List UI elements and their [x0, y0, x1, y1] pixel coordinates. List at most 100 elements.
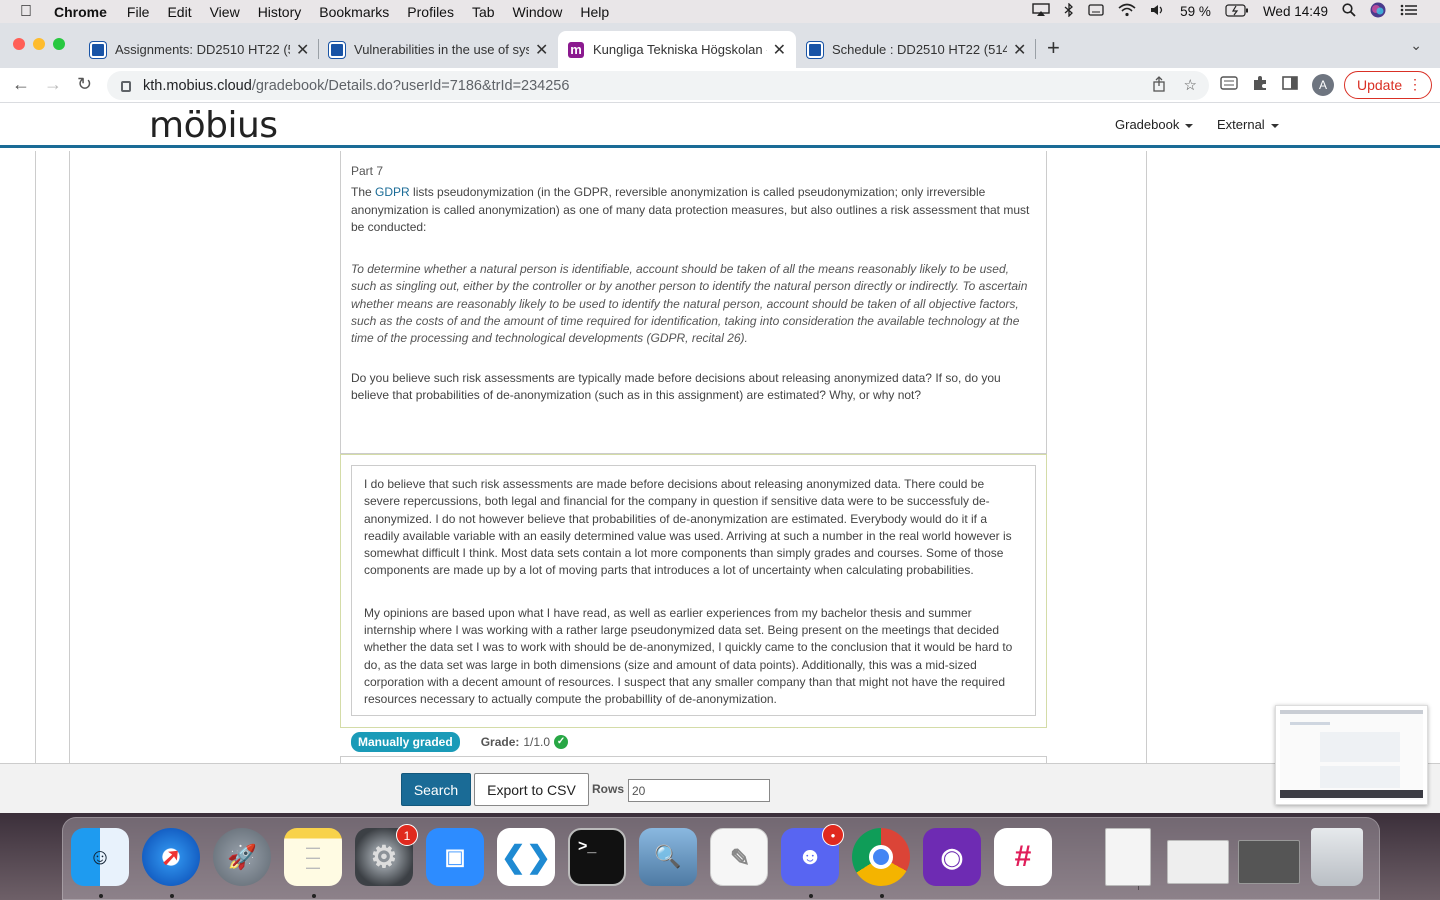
new-tab-icon[interactable]: +: [1047, 35, 1060, 61]
url-domain: kth.mobius.cloud: [143, 77, 252, 94]
reload-icon[interactable]: ↻: [77, 74, 92, 95]
notes-icon[interactable]: — — —: [284, 828, 342, 886]
menu-help[interactable]: Help: [580, 4, 609, 20]
tab-divider: [1035, 39, 1036, 59]
chrome-window-minimized-icon[interactable]: [1167, 840, 1229, 884]
lock-icon[interactable]: [121, 81, 131, 92]
textedit-icon[interactable]: ✎: [710, 828, 768, 886]
nav-external-label: External: [1217, 117, 1265, 132]
volume-icon[interactable]: [1150, 3, 1166, 20]
question-box: Part 7 The GDPR lists pseudonymization (…: [340, 151, 1047, 454]
more-menu-icon[interactable]: ⋮: [1408, 76, 1422, 93]
check-circle-icon: ✓: [554, 735, 569, 749]
rows-input[interactable]: [628, 779, 770, 802]
tab-kth-mobius[interactable]: m Kungliga Tekniska Högskolan - ✕: [558, 31, 796, 68]
tab-assignments[interactable]: Assignments: DD2510 HT22 (5 ✕: [80, 31, 319, 68]
slack-icon[interactable]: #: [994, 828, 1052, 886]
running-indicator: [312, 894, 316, 898]
menu-view[interactable]: View: [210, 4, 240, 20]
bottom-action-bar: Search Export to CSV Rows: [0, 763, 1440, 813]
screenshot-thumbnail[interactable]: [1275, 705, 1428, 805]
notification-badge: 1: [396, 824, 418, 846]
finder-icon[interactable]: ☺: [71, 828, 129, 886]
menu-tab[interactable]: Tab: [472, 4, 495, 20]
vscode-icon[interactable]: ❮❯: [497, 828, 555, 886]
preview-icon[interactable]: 🔍: [639, 828, 697, 886]
wifi-icon[interactable]: [1118, 3, 1136, 20]
rows-label: Rows: [592, 782, 625, 796]
spotlight-search-icon[interactable]: [1342, 3, 1356, 20]
tab-schedule[interactable]: Schedule : DD2510 HT22 (514 ✕: [797, 31, 1036, 68]
zoom-window-button[interactable]: [53, 38, 65, 50]
close-tab-icon[interactable]: ✕: [1013, 40, 1026, 60]
close-tab-icon[interactable]: ✕: [296, 40, 309, 60]
github-desktop-icon[interactable]: ◉: [923, 828, 981, 886]
student-answer-text: I do believe that such risk assessments …: [351, 465, 1036, 716]
airplay-icon[interactable]: [1032, 3, 1050, 20]
share-icon[interactable]: [1152, 76, 1166, 96]
close-tab-icon[interactable]: ✕: [535, 40, 548, 60]
zoom-icon[interactable]: ▣: [426, 828, 484, 886]
trash-icon[interactable]: [1311, 828, 1363, 886]
document-stack-icon[interactable]: [1105, 828, 1151, 886]
back-arrow-icon[interactable]: ←: [12, 74, 30, 95]
profile-avatar[interactable]: A: [1312, 74, 1334, 96]
bluetooth-icon[interactable]: [1064, 2, 1074, 20]
tab-search-chevron-icon[interactable]: ⌄: [1410, 37, 1422, 54]
tab-title: Schedule : DD2510 HT22 (514: [832, 42, 1007, 57]
battery-percent[interactable]: 59 %: [1180, 4, 1211, 19]
answer-paragraph-2: My opinions are based upon what I have r…: [364, 605, 1013, 707]
nav-external[interactable]: External: [1217, 117, 1279, 132]
keyboard-icon[interactable]: [1088, 3, 1104, 20]
bookmark-star-icon[interactable]: ☆: [1184, 76, 1197, 96]
safari-window-minimized-icon[interactable]: [1238, 840, 1300, 884]
menu-profiles[interactable]: Profiles: [407, 4, 454, 20]
menubar-clock[interactable]: Wed 14:49: [1263, 4, 1328, 19]
update-label: Update: [1357, 77, 1403, 93]
running-indicator: [99, 894, 103, 898]
question-intro: The GDPR lists pseudonymization (in the …: [351, 184, 1036, 236]
launchpad-icon[interactable]: 🚀: [213, 828, 271, 886]
close-window-button[interactable]: [13, 38, 25, 50]
battery-icon[interactable]: [1225, 3, 1249, 20]
siri-icon[interactable]: [1370, 2, 1386, 21]
thumbnail-preview: [1280, 710, 1423, 800]
safari-icon[interactable]: ➚: [142, 828, 200, 886]
side-panel-icon[interactable]: [1282, 76, 1298, 94]
web-page: möbius Gradebook External Part 7 The GDP…: [0, 103, 1440, 813]
menu-bookmarks[interactable]: Bookmarks: [319, 4, 389, 20]
nav-gradebook[interactable]: Gradebook: [1115, 117, 1194, 132]
close-tab-icon[interactable]: ✕: [773, 40, 786, 60]
grade-label: Grade:: [480, 735, 520, 749]
terminal-icon[interactable]: >_: [568, 828, 626, 886]
grade-value: 1/1.0: [523, 735, 551, 749]
minimize-window-button[interactable]: [33, 38, 45, 50]
menu-window[interactable]: Window: [513, 4, 563, 20]
student-answer-box: I do believe that such risk assessments …: [340, 454, 1047, 728]
address-bar[interactable]: kth.mobius.cloud/gradebook/Details.do?us…: [107, 71, 1209, 100]
tab-title: Vulnerabilities in the use of sys: [354, 42, 529, 57]
extensions-puzzle-icon[interactable]: [1252, 75, 1268, 95]
nav-gradebook-label: Gradebook: [1115, 117, 1180, 132]
apple-menu-icon[interactable]: : [20, 3, 38, 21]
menu-file[interactable]: File: [127, 4, 150, 20]
export-csv-button[interactable]: Export to CSV: [474, 773, 589, 806]
tab-title: Assignments: DD2510 HT22 (5: [115, 42, 290, 57]
menu-edit[interactable]: Edit: [167, 4, 191, 20]
menu-app-name[interactable]: Chrome: [54, 4, 107, 20]
menu-history[interactable]: History: [258, 4, 302, 20]
gdpr-link[interactable]: GDPR: [375, 185, 410, 199]
chrome-icon[interactable]: [852, 828, 910, 886]
mobius-logo[interactable]: möbius: [149, 105, 278, 146]
site-header: möbius Gradebook External: [0, 103, 1440, 148]
forward-arrow-icon[interactable]: →: [44, 74, 62, 95]
reading-list-icon[interactable]: [1220, 76, 1238, 94]
update-button[interactable]: Update ⋮: [1344, 71, 1432, 99]
search-button[interactable]: Search: [401, 773, 471, 806]
tab-vulnerabilities[interactable]: Vulnerabilities in the use of sys ✕: [319, 31, 558, 68]
manually-graded-badge: Manually graded: [351, 732, 460, 752]
running-indicator: [809, 894, 813, 898]
control-center-icon[interactable]: [1400, 3, 1418, 20]
caret-down-icon: [1185, 123, 1194, 128]
url-path: /gradebook/Details.do?userId=7186&trId=2…: [251, 77, 570, 94]
